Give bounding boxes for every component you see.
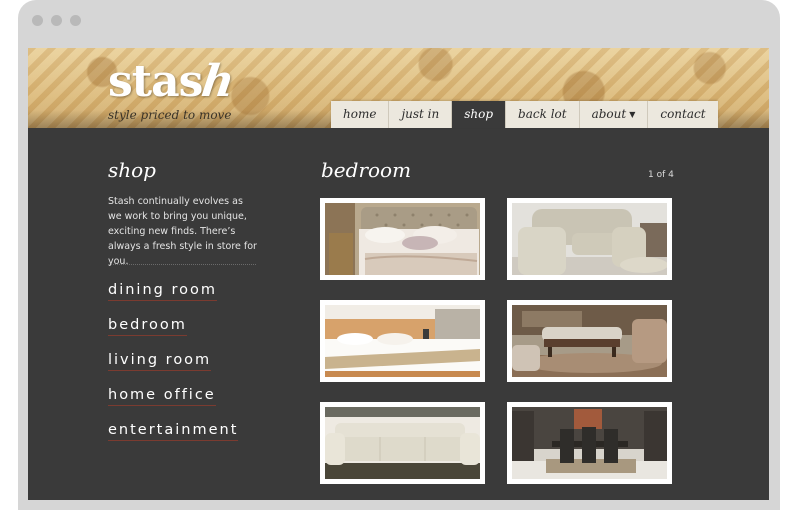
nav-about-label: about	[591, 107, 627, 121]
logo-text: stas	[108, 56, 203, 107]
sidebar-divider	[108, 264, 256, 265]
window-dot-icon	[32, 15, 43, 26]
product-thumbnail-5[interactable]	[320, 402, 485, 484]
product-thumbnail-6[interactable]	[507, 402, 672, 484]
page-title: bedroom	[321, 158, 412, 182]
sofa-photo-icon	[325, 407, 480, 479]
category-menu: dining room bedroom living room home off…	[108, 282, 239, 457]
dining-set-photo-icon	[512, 407, 667, 479]
category-link-home-office[interactable]: home office	[108, 387, 216, 406]
living-room-photo-icon	[512, 305, 667, 377]
category-link-living-room[interactable]: living room	[108, 352, 212, 371]
armchair-photo-icon	[512, 203, 667, 275]
nav-contact[interactable]: contact	[648, 101, 717, 128]
logo-h: h	[198, 56, 237, 107]
site-logo[interactable]: stash	[108, 56, 237, 107]
nav-just-in[interactable]: just in	[389, 101, 453, 128]
chevron-down-icon: ▼	[629, 110, 636, 119]
category-link-entertainment[interactable]: entertainment	[108, 422, 239, 441]
product-thumbnail-2[interactable]	[507, 198, 672, 280]
window-controls	[32, 15, 81, 26]
nav-shop[interactable]: shop	[452, 101, 507, 128]
sidebar-description: Stash continually evolves as we work to …	[108, 196, 257, 267]
product-thumbnail-3[interactable]	[320, 300, 485, 382]
nav-home[interactable]: home	[331, 101, 390, 128]
bed-photo-icon	[325, 203, 480, 275]
product-thumbnail-1[interactable]	[320, 198, 485, 280]
category-link-bedroom[interactable]: bedroom	[108, 317, 187, 336]
page-viewport: stash style priced to move home just in …	[28, 48, 769, 500]
window-dot-icon	[51, 15, 62, 26]
platform-bed-photo-icon	[325, 305, 480, 377]
window-dot-icon	[70, 15, 81, 26]
nav-back-lot[interactable]: back lot	[506, 101, 580, 128]
main-nav: home just in shop back lot about ▼ contac…	[331, 101, 718, 128]
tagline: style priced to move	[108, 108, 232, 122]
category-link-dining-room[interactable]: dining room	[108, 282, 217, 301]
product-thumbnail-4[interactable]	[507, 300, 672, 382]
pager-indicator: 1 of 4	[648, 170, 674, 180]
nav-about[interactable]: about ▼	[580, 101, 649, 128]
sidebar-title: shop	[108, 158, 156, 182]
